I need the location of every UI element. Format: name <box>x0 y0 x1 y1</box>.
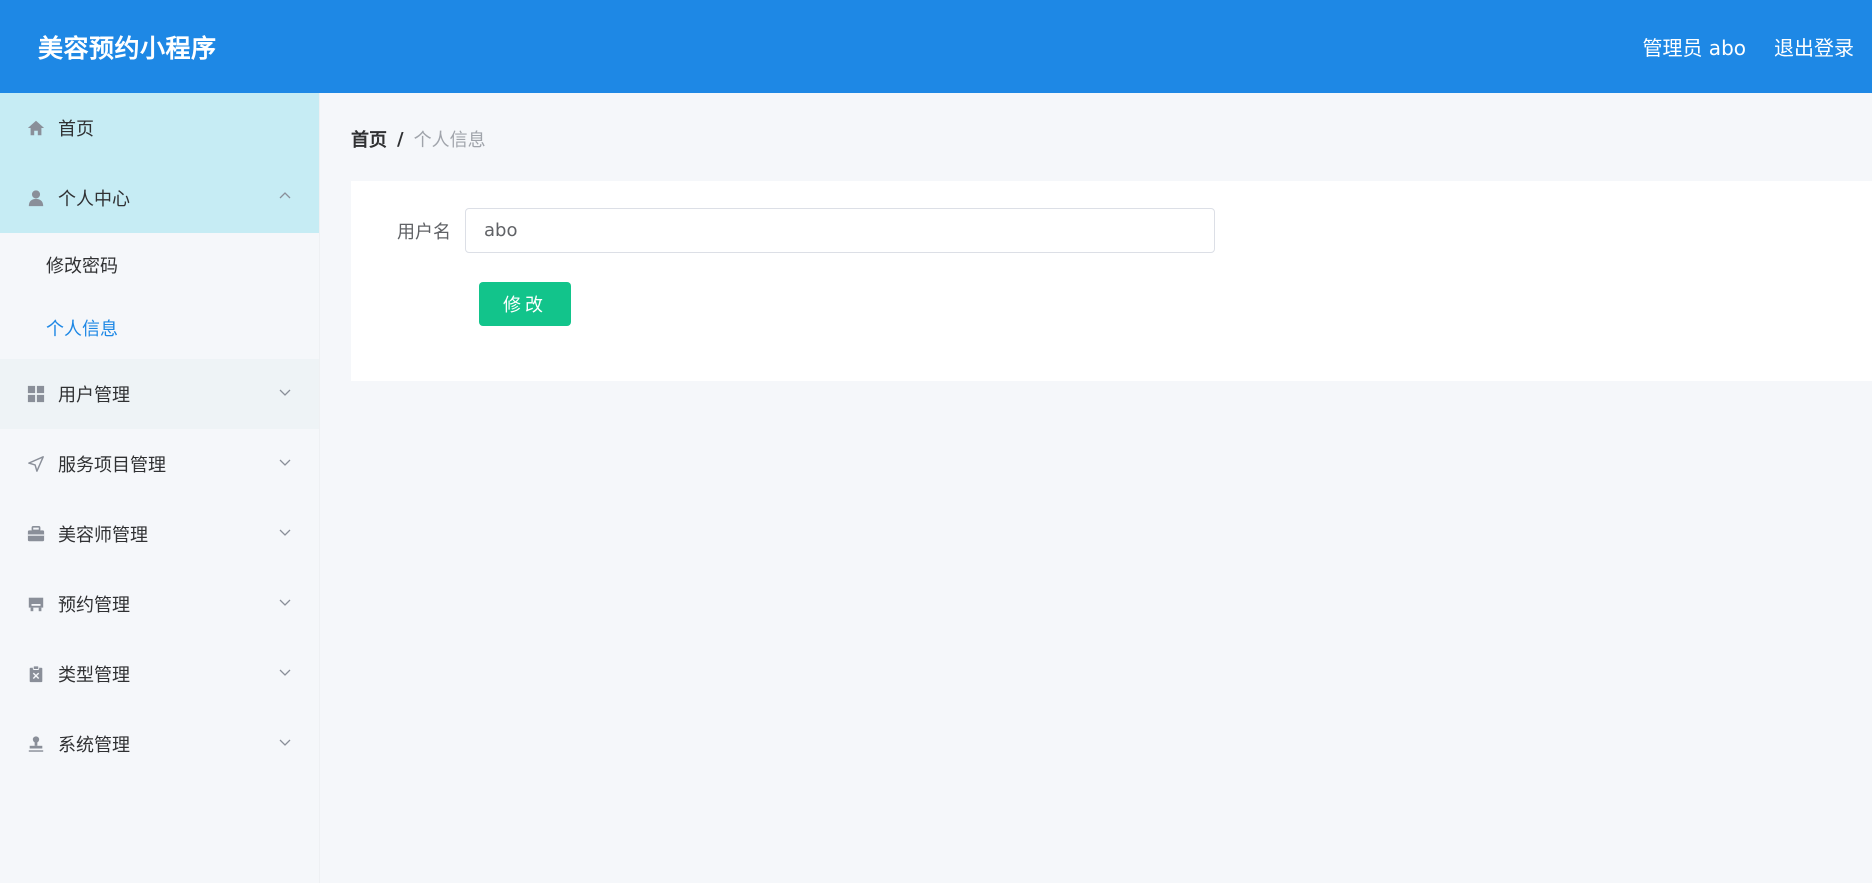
chevron-up-icon <box>277 188 293 204</box>
sidebar-item-label: 美容师管理 <box>58 525 148 546</box>
user-icon <box>26 188 46 208</box>
grid-icon <box>26 384 46 404</box>
breadcrumb-home[interactable]: 首页 <box>351 126 387 152</box>
sidebar-item-user-management[interactable]: 用户管理 <box>0 359 319 429</box>
submenu-personal-center: 修改密码 个人信息 <box>0 233 319 359</box>
sidebar-item-personal-center[interactable]: 个人中心 <box>0 163 319 233</box>
main-content: 首页 / 个人信息 用户名 修改 <box>320 93 1872 883</box>
username-input[interactable] <box>465 208 1215 253</box>
briefcase-icon <box>26 524 46 544</box>
breadcrumb-current: 个人信息 <box>413 130 486 151</box>
chevron-down-icon <box>277 524 293 540</box>
submenu-item-personal-info[interactable]: 个人信息 <box>0 296 319 359</box>
sidebar-item-type-management[interactable]: 类型管理 <box>0 639 319 709</box>
sidebar-item-beautician-management[interactable]: 美容师管理 <box>0 499 319 569</box>
username-label: 用户名 <box>397 221 451 243</box>
sidebar-item-home[interactable]: 首页 <box>0 93 319 163</box>
admin-user-label[interactable]: 管理员 abo <box>1642 32 1746 61</box>
sidebar-item-label: 用户管理 <box>58 385 130 406</box>
username-row: 用户名 <box>351 208 1215 253</box>
sidebar-item-label: 预约管理 <box>58 595 130 616</box>
chevron-down-icon <box>277 454 293 470</box>
sidebar-item-label: 系统管理 <box>58 735 130 756</box>
sidebar-item-appointment-management[interactable]: 预约管理 <box>0 569 319 639</box>
chevron-down-icon <box>277 384 293 400</box>
profile-form-card: 用户名 修改 <box>351 181 1872 381</box>
sidebar-item-label: 服务项目管理 <box>58 455 166 476</box>
chevron-down-icon <box>277 664 293 680</box>
top-header: 美容预约小程序 管理员 abo 退出登录 <box>0 0 1872 93</box>
navigation-icon <box>26 454 46 474</box>
chevron-down-icon <box>277 734 293 750</box>
submenu-item-change-password[interactable]: 修改密码 <box>0 233 319 296</box>
app-brand: 美容预约小程序 <box>38 33 217 63</box>
stamp-icon <box>26 734 46 754</box>
shop-icon <box>26 594 46 614</box>
sidebar-item-system-management[interactable]: 系统管理 <box>0 709 319 779</box>
home-icon <box>26 118 46 138</box>
header-actions: 管理员 abo 退出登录 <box>1642 32 1854 61</box>
sidebar-item-service-management[interactable]: 服务项目管理 <box>0 429 319 499</box>
chevron-down-icon <box>277 594 293 610</box>
sidebar: 首页 个人中心 修改密码 个人信息 用户管理 服务项目管理 美容师管理 预约管理… <box>0 93 320 883</box>
breadcrumb-separator: / <box>397 128 404 150</box>
sidebar-item-label: 类型管理 <box>58 665 130 686</box>
sidebar-item-label: 个人中心 <box>58 189 130 210</box>
clipboard-x-icon <box>26 664 46 684</box>
logout-button[interactable]: 退出登录 <box>1774 32 1854 61</box>
sidebar-item-label: 首页 <box>58 119 94 140</box>
modify-button[interactable]: 修改 <box>479 282 571 326</box>
breadcrumb: 首页 / 个人信息 <box>351 126 486 152</box>
